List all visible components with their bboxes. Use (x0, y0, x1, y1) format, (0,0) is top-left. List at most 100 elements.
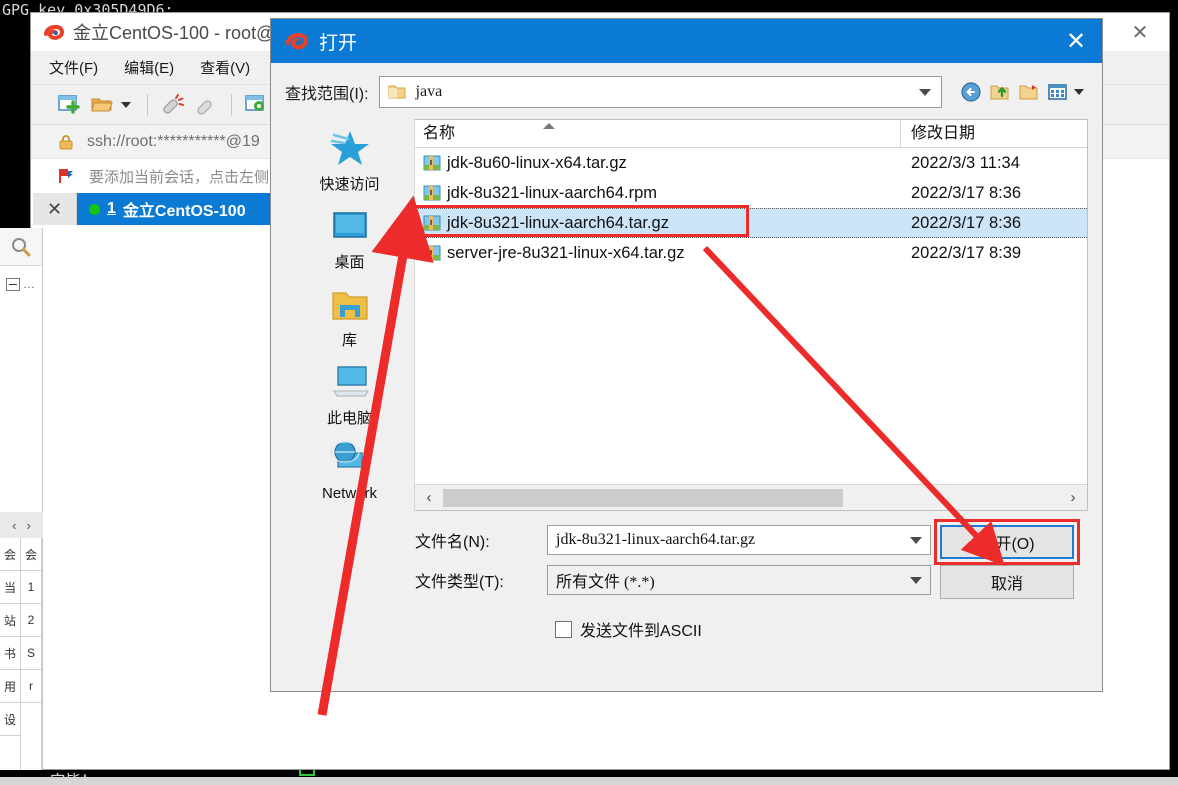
place-item-3[interactable]: 库 (285, 283, 414, 361)
open-file-dialog: 打开 ✕ 查找范围(I): java 快速访问 桌面 库 此电脑 Network… (270, 18, 1103, 692)
sidebar-nav-arrows[interactable]: ‹ › (0, 512, 43, 538)
sidebar-vtab-column-left: 会当站书用设 (0, 538, 21, 770)
sidebar-vtab[interactable]: 用 (0, 670, 20, 703)
file-modified-date: 2022/3/17 8:39 (911, 243, 1022, 262)
sidebar-nav-next-icon[interactable]: › (27, 518, 31, 533)
open-folder-icon[interactable] (90, 93, 116, 117)
sidebar-vtab[interactable]: 会 (0, 538, 20, 571)
dialog-close-icon[interactable]: ✕ (1050, 19, 1102, 63)
window-close-icon[interactable]: ✕ (1127, 21, 1153, 44)
open-button[interactable]: 打开(O) (940, 525, 1074, 559)
folder-icon (388, 84, 406, 100)
scroll-thumb[interactable] (443, 488, 843, 507)
horizontal-scrollbar[interactable]: ‹ › (415, 484, 1087, 510)
scroll-right-icon[interactable]: › (1063, 489, 1083, 506)
sidebar-search-button[interactable] (0, 228, 42, 266)
file-modified-date: 2022/3/17 8:36 (911, 183, 1022, 202)
filename-input[interactable]: jdk-8u321-linux-aarch64.tar.gz (547, 525, 931, 555)
sidebar-vtab[interactable]: 2 (21, 604, 41, 637)
view-mode-dropdown-icon[interactable] (1074, 89, 1084, 95)
session-hint-text: 要添加当前会话，点击左侧 (89, 168, 270, 186)
view-mode-icon[interactable] (1047, 81, 1069, 103)
new-session-icon[interactable] (57, 93, 83, 117)
disconnect-icon[interactable] (160, 93, 186, 117)
place-item-4[interactable]: 此电脑 (285, 361, 414, 439)
this-pc-icon (328, 361, 372, 403)
filetype-select[interactable]: 所有文件 (*.*) (547, 565, 931, 595)
sidebar-vtab[interactable]: 会 (21, 538, 41, 571)
look-in-label: 查找范围(I): (285, 86, 369, 103)
session-settings-icon[interactable] (244, 93, 270, 117)
file-name: jdk-8u321-linux-aarch64.tar.gz (447, 213, 669, 232)
file-name: jdk-8u321-linux-aarch64.rpm (447, 183, 658, 202)
column-header-date[interactable]: 修改日期 (901, 120, 1087, 147)
file-modified-date: 2022/3/3 11:34 (911, 153, 1020, 172)
ascii-checkbox[interactable] (555, 620, 572, 638)
desktop-icon (328, 205, 372, 247)
menu-item-view[interactable]: 查看(V) (200, 57, 250, 78)
place-item-label: 快速访问 (319, 176, 380, 193)
menu-item-edit[interactable]: 编辑(E) (124, 57, 174, 78)
file-row[interactable]: jdk-8u321-linux-aarch64.rpm 2022/3/17 8:3… (415, 178, 1087, 208)
sidebar-vtab[interactable]: 设 (0, 703, 20, 736)
place-item-1[interactable]: 快速访问 (285, 127, 414, 205)
close-all-tabs-icon[interactable]: ✕ (33, 193, 77, 225)
sidebar-tree-toggle[interactable]: … (0, 266, 42, 302)
open-folder-dropdown-icon[interactable] (121, 101, 131, 108)
tab-status-dot-icon (89, 203, 100, 215)
back-icon[interactable] (960, 81, 982, 103)
file-rows: jdk-8u60-linux-x64.tar.gz 2022/3/3 11:34 j… (407, 148, 1087, 484)
tab-number: 1 (107, 200, 116, 217)
toolbar-separator (147, 93, 148, 116)
file-row[interactable]: server-jre-8u321-linux-x64.tar.gz 2022/3/… (415, 238, 1087, 268)
file-row[interactable]: jdk-8u321-linux-aarch64.tar.gz 2022/3/17 … (407, 205, 1087, 238)
menu-item-file[interactable]: 文件(F) (49, 57, 98, 78)
chevron-down-icon[interactable] (919, 88, 931, 96)
sidebar-nav-prev-icon[interactable]: ‹ (12, 518, 16, 533)
sidebar-vtab[interactable]: 站 (0, 604, 20, 637)
sidebar-vtab[interactable]: 书 (0, 637, 20, 670)
sidebar-vtab[interactable]: 1 (21, 571, 41, 604)
scroll-track[interactable] (439, 488, 1063, 507)
column-header-name[interactable]: 名称 (415, 120, 901, 147)
sidebar-vtab[interactable]: r (21, 670, 41, 703)
column-header-name-label: 名称 (423, 125, 456, 142)
archive-file-icon (423, 154, 441, 172)
filetype-label: 文件类型(T): (415, 574, 504, 591)
file-modified-date: 2022/3/17 8:36 (911, 213, 1022, 232)
filetype-chevron-down-icon[interactable] (910, 576, 922, 584)
filename-value: jdk-8u321-linux-aarch64.tar.gz (556, 531, 756, 548)
archive-file-icon (423, 244, 441, 262)
place-item-label: 库 (341, 332, 357, 349)
place-item-5[interactable]: Network (285, 439, 414, 517)
look-in-value: java (415, 83, 443, 100)
sort-ascending-icon (543, 123, 555, 129)
filetype-value: 所有文件 (*.*) (556, 574, 655, 591)
look-in-combobox[interactable]: java (378, 76, 942, 108)
scroll-left-icon[interactable]: ‹ (419, 489, 439, 506)
place-item-label: 此电脑 (326, 410, 372, 427)
new-folder-icon[interactable] (1018, 81, 1040, 103)
terminal-status-bar (0, 777, 1178, 785)
sidebar-vertical-tabs: 会当站书用设 会12Sr (0, 538, 43, 770)
filename-chevron-down-icon[interactable] (910, 536, 922, 544)
search-icon (12, 237, 31, 256)
sidebar-vtab[interactable]: 当 (0, 571, 20, 604)
up-folder-icon[interactable] (989, 81, 1011, 103)
link-icon[interactable] (193, 93, 219, 117)
look-in-row: 查找范围(I): java (285, 75, 1088, 109)
ascii-checkbox-label: 发送文件到ASCII (580, 623, 702, 640)
file-row[interactable]: jdk-8u60-linux-x64.tar.gz 2022/3/3 11:34 (415, 148, 1087, 178)
place-item-2[interactable]: 桌面 (285, 205, 414, 283)
file-list-panel: 名称 修改日期 jdk-8u60-linux-x64.tar.gz 2022/3/… (407, 119, 1088, 511)
mobaxterm-logo-icon (43, 21, 65, 43)
ascii-checkbox-row[interactable]: 发送文件到ASCII (415, 617, 1088, 641)
place-item-label: 桌面 (334, 254, 365, 271)
dialog-titlebar: 打开 ✕ (271, 19, 1102, 63)
sidebar-vtab[interactable]: S (21, 637, 41, 670)
sidebar-vtab-column-right: 会12Sr (21, 538, 42, 770)
place-item-label: Network (321, 485, 377, 502)
network-icon (328, 439, 372, 481)
file-name: jdk-8u60-linux-x64.tar.gz (447, 153, 627, 172)
cancel-button[interactable]: 取消 (940, 565, 1074, 599)
